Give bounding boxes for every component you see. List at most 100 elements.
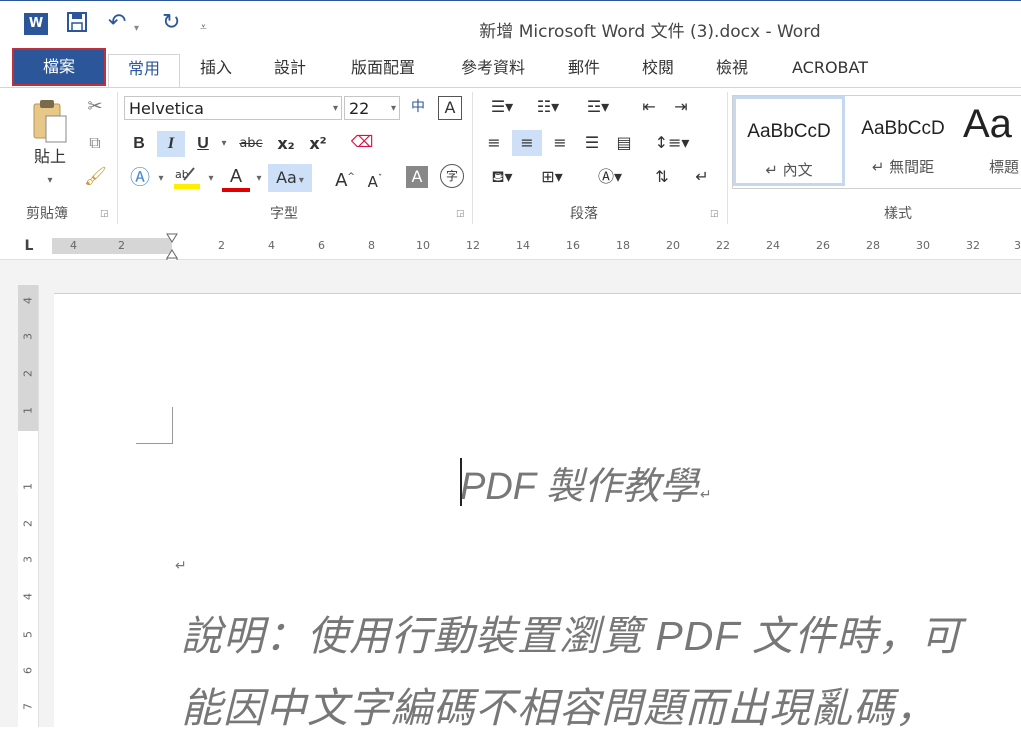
character-shading-button[interactable]: A (406, 166, 428, 188)
document-heading[interactable]: PDF 製作教學 ↵ (460, 455, 712, 510)
enclose-characters-button[interactable]: A (438, 96, 462, 120)
shrink-font-glyph: A (367, 173, 378, 191)
tab-acrobat[interactable]: ACROBAT (780, 54, 880, 88)
justify-icon[interactable]: ☰ (580, 132, 604, 154)
paragraph-mark: ↵ (699, 486, 712, 502)
style-heading[interactable]: Aa 標題 (963, 96, 1021, 186)
style-no-spacing[interactable]: AaBbCcD ↵ 無間距 (847, 96, 959, 186)
paste-button[interactable] (28, 98, 72, 144)
style-sample: AaBbCcD (861, 118, 945, 139)
tab-insert[interactable]: 插入 (188, 54, 244, 88)
highlight-dropdown-icon[interactable]: ▾ (206, 168, 216, 190)
ruler-tick-label: 26 (816, 239, 830, 252)
text-effects-dropdown-icon[interactable]: ▾ (156, 168, 166, 190)
paste-label[interactable]: 貼上 (30, 146, 70, 168)
tab-mailings[interactable]: 郵件 (556, 54, 612, 88)
underline-dropdown-icon[interactable]: ▾ (218, 133, 230, 155)
tab-references[interactable]: 參考資料 (448, 54, 538, 88)
increase-indent-icon[interactable]: ⇥ (668, 96, 694, 118)
redo-icon[interactable]: ↻ (162, 11, 180, 35)
ruler-tick-label: 18 (616, 239, 630, 252)
font-color-dropdown-icon[interactable]: ▾ (254, 168, 264, 190)
asian-layout-icon[interactable]: Ⓐ▾ (588, 166, 632, 188)
word-icon[interactable]: W (24, 13, 48, 35)
ruler-tick-label: 32 (966, 239, 980, 252)
ruler-tick-label: 4 (70, 239, 77, 252)
change-case-button[interactable]: Aa ▾ (268, 164, 312, 192)
tab-layout[interactable]: 版面配置 (338, 54, 428, 88)
tab-review[interactable]: 校閱 (630, 54, 686, 88)
paragraph-launcher-icon[interactable]: ◲ (710, 209, 719, 219)
grow-font-button[interactable]: A^ (334, 166, 356, 192)
shrink-font-button[interactable]: Aˇ (364, 168, 386, 193)
change-case-label: Aa (276, 168, 297, 187)
chevron-down-icon: ▾ (390, 103, 396, 114)
italic-button[interactable]: I (157, 131, 185, 157)
tab-home[interactable]: 常用 (108, 54, 180, 89)
vertical-ruler-tick-label: 2 (21, 370, 35, 377)
font-family-combo[interactable]: Helvetica ▾ (124, 96, 342, 120)
show-marks-icon[interactable]: ↵ (690, 166, 714, 188)
paste-icon (33, 100, 67, 143)
tab-file[interactable]: 檔案 (12, 48, 106, 86)
underline-button[interactable]: U (192, 133, 214, 155)
font-size-combo[interactable]: 22 ▾ (344, 96, 400, 120)
sort-icon[interactable]: ⇅ (650, 166, 674, 188)
clear-formatting-icon[interactable]: ⌫ (350, 131, 374, 153)
font-color-button[interactable]: A (222, 164, 250, 192)
vertical-ruler-tick-label: 5 (21, 631, 35, 638)
cut-icon[interactable]: ✂ (84, 96, 106, 118)
ruler-tick-label: 8 (368, 239, 375, 252)
tab-view[interactable]: 檢視 (704, 54, 760, 88)
ruler-tick-label: 30 (916, 239, 930, 252)
bold-button[interactable]: B (128, 133, 150, 155)
phonetic-guide-glyph: 中 (411, 99, 425, 115)
subscript-button[interactable]: x₂ (274, 133, 298, 155)
font-group-label: 字型 (270, 206, 298, 222)
text-effects-icon[interactable]: Ⓐ (128, 166, 152, 188)
ruler-tick-label: 14 (516, 239, 530, 252)
multilevel-list-icon[interactable]: ☲▾ (576, 96, 620, 118)
align-right-icon[interactable]: ≡ (548, 132, 572, 154)
highlight-color-icon[interactable]: ab (172, 164, 202, 190)
phonetic-guide-button[interactable]: 中 (406, 96, 430, 118)
style-sample: Aa (963, 102, 1012, 146)
enclosed-character-button[interactable]: 字 (440, 164, 464, 188)
customize-icon[interactable]: ⩡ (200, 15, 207, 39)
strikethrough-button[interactable]: abc (236, 133, 266, 155)
clipboard-group-label: 剪貼簿 (26, 206, 68, 222)
paste-dropdown-icon[interactable]: ▾ (42, 170, 58, 192)
character-border-glyph: A (444, 98, 456, 117)
shading-icon[interactable]: ⛾▾ (482, 166, 522, 188)
ruler-tick-label: 24 (766, 239, 780, 252)
vertical-ruler-tick-label: 6 (21, 667, 35, 674)
ruler-tick-label: 22 (716, 239, 730, 252)
font-launcher-icon[interactable]: ◲ (456, 209, 465, 219)
ruler-tick-label: 28 (866, 239, 880, 252)
distributed-icon[interactable]: ▤ (612, 132, 636, 154)
align-left-icon[interactable]: ≡ (482, 132, 506, 154)
style-name: 標題 (989, 158, 1020, 176)
undo-icon[interactable]: ↶ (108, 11, 126, 35)
superscript-button[interactable]: x² (306, 133, 330, 155)
decrease-indent-icon[interactable]: ⇤ (636, 96, 662, 118)
bullets-icon[interactable]: ☰▾ (482, 96, 522, 118)
ruler-tick-label: 2 (218, 239, 225, 252)
page-corner-mark (136, 407, 173, 444)
numbering-icon[interactable]: ☷▾ (528, 96, 568, 118)
undo-dropdown-icon[interactable]: ▾ (134, 17, 139, 41)
borders-icon[interactable]: ⊞▾ (530, 166, 574, 188)
copy-icon[interactable]: ⧉ (84, 132, 106, 154)
align-center-icon[interactable]: ≡ (512, 130, 542, 156)
clipboard-launcher-icon[interactable]: ◲ (100, 209, 109, 219)
save-icon[interactable] (66, 11, 88, 38)
tab-selector[interactable]: L (20, 237, 38, 255)
format-painter-icon[interactable]: 🖌 (84, 166, 107, 188)
document-body[interactable]: 說明：使用行動裝置瀏覽 PDF 文件時，可 能因中文字編碼不相容問題而出現亂碼， (181, 600, 1021, 744)
ruler-tick-label: 16 (566, 239, 580, 252)
window-title: 新增 Microsoft Word 文件 (3).docx - Word (479, 22, 821, 42)
line-spacing-icon[interactable]: ↕≡▾ (652, 132, 692, 154)
style-normal[interactable]: AaBbCcD ↵ 內文 (733, 96, 845, 186)
tab-design[interactable]: 設計 (262, 54, 318, 88)
font-family-value: Helvetica (129, 99, 204, 118)
